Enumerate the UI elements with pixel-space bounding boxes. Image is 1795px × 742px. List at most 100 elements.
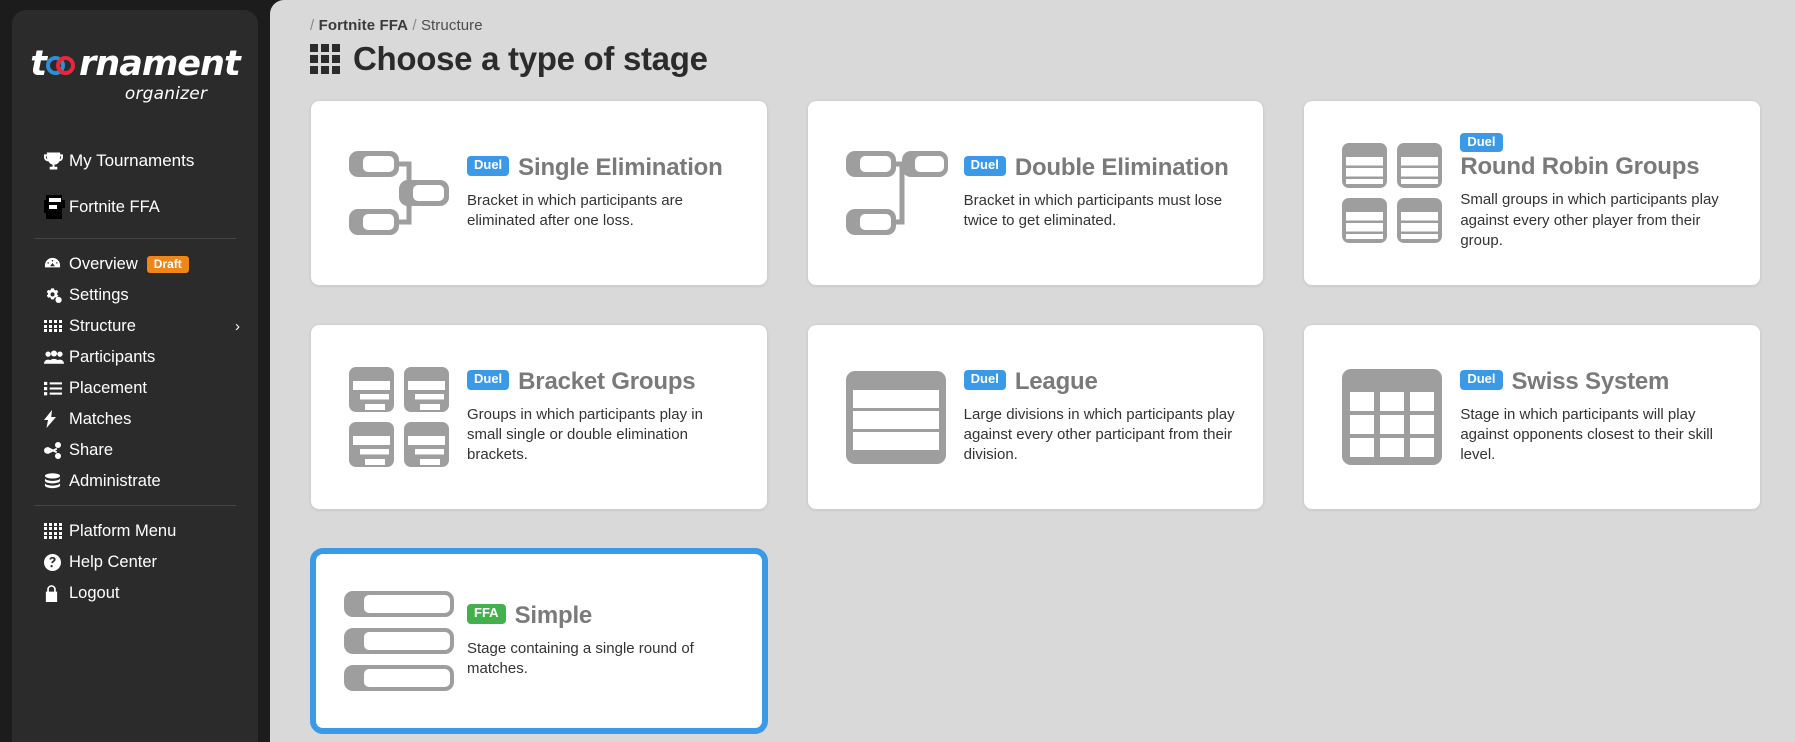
page-title-text: Choose a type of stage: [353, 40, 708, 77]
fortnite-logo-icon: [44, 195, 69, 220]
sidebar-divider-2: [34, 505, 236, 506]
breadcrumb-root: /: [310, 17, 315, 34]
sidebar-item-label: Fortnite FFA: [69, 197, 160, 216]
sidebar-item-label: Share: [69, 440, 114, 459]
stage-card-description: Small groups in which participants play …: [1460, 191, 1719, 249]
breadcrumb: / Fortnite FFA / Structure: [310, 17, 483, 34]
swiss-system-grid-icon: [1330, 369, 1454, 465]
stage-card-single-elimination[interactable]: Duel Single Elimination Bracket in which…: [310, 100, 768, 286]
logo-word-end: rnament: [79, 43, 241, 84]
sidebar-main-nav: Overview Draft Settings Structure › Part…: [12, 249, 258, 496]
stage-card-slot: Duel Bracket Groups Groups in which part…: [310, 324, 768, 510]
sidebar-item-overview[interactable]: Overview Draft: [12, 249, 258, 279]
sidebar-item-label: My Tournaments: [69, 151, 195, 170]
stage-card-description: Large divisions in which participants pl…: [963, 405, 1235, 464]
breadcrumb-item-structure[interactable]: Structure: [421, 17, 483, 34]
users-icon: [44, 349, 69, 365]
dashboard-icon: [44, 256, 69, 273]
stage-card-body: Duel Single Elimination Bracket in which…: [461, 153, 745, 231]
stage-card-title: Swiss System: [1511, 367, 1670, 395]
trophy-icon: [44, 152, 69, 170]
stage-card-slot: Duel Single Elimination Bracket in which…: [310, 100, 768, 286]
lock-icon: [44, 584, 69, 602]
logo-subtitle: organizer: [124, 83, 208, 104]
stage-card-description: Bracket in which participants must lose …: [963, 191, 1223, 229]
double-elimination-bracket-icon: [834, 148, 958, 238]
share-icon: [44, 441, 69, 459]
apps-grid-icon: [44, 522, 69, 540]
stage-card-bracket-groups[interactable]: Duel Bracket Groups Groups in which part…: [310, 324, 768, 510]
stage-card-title: Double Elimination: [1014, 153, 1229, 181]
sidebar-item-label: Help Center: [69, 552, 158, 571]
sidebar-item-settings[interactable]: Settings: [12, 280, 258, 310]
sidebar-item-label: Participants: [69, 347, 156, 366]
stage-card-title: Bracket Groups: [518, 367, 696, 395]
sidebar-item-label: Matches: [69, 409, 132, 428]
stage-card-description: Bracket in which participants are elimin…: [467, 191, 683, 229]
sidebar-item-logout[interactable]: Logout: [12, 578, 258, 608]
sidebar-item-fortnite-ffa[interactable]: Fortnite FFA: [12, 185, 258, 229]
sidebar-panel: t rnament organizer My Tournaments Fortn…: [12, 10, 258, 742]
sidebar-divider-1: [34, 238, 236, 239]
stage-card-slot: Duel Double Elimination Bracket in which…: [806, 100, 1265, 286]
sidebar-item-placement[interactable]: Placement: [12, 373, 258, 403]
bolt-icon: [44, 410, 69, 428]
brand-logo[interactable]: t rnament organizer: [12, 16, 258, 134]
sidebar-item-label: Overview: [69, 254, 138, 273]
stage-type-tag: Duel: [963, 156, 1006, 177]
sidebar-top-nav: My Tournaments Fortnite FFA: [12, 138, 258, 229]
simple-rows-icon: [337, 591, 461, 691]
chevron-right-icon: ›: [235, 317, 240, 335]
stage-type-tag: Duel: [1460, 132, 1503, 153]
stage-card-body: Duel Round Robin Groups Small groups in …: [1454, 132, 1738, 251]
stage-card-title: Single Elimination: [518, 153, 723, 181]
stage-card-simple[interactable]: FFA Simple Stage containing a single rou…: [310, 548, 768, 734]
sidebar-item-platform-menu[interactable]: Platform Menu: [12, 516, 258, 546]
gears-icon: [44, 287, 69, 304]
sidebar-item-share[interactable]: Share: [12, 435, 258, 465]
breadcrumb-item-tournament[interactable]: Fortnite FFA: [319, 17, 409, 34]
sidebar-item-administrate[interactable]: Administrate: [12, 466, 258, 496]
stage-card-double-elimination[interactable]: Duel Double Elimination Bracket in which…: [806, 100, 1265, 286]
stage-type-tag: Duel: [963, 370, 1006, 390]
stage-card-body: FFA Simple Stage containing a single rou…: [461, 601, 740, 679]
stage-card-slot: Duel Swiss System Stage in which partici…: [1303, 324, 1761, 510]
app-root: t rnament organizer My Tournaments Fortn…: [0, 0, 1795, 742]
sidebar-item-help-center[interactable]: Help Center: [12, 547, 258, 577]
stage-type-tag: Duel: [467, 370, 510, 390]
grid-icon: [44, 320, 69, 332]
logo-wordmark: t rnament: [30, 43, 241, 84]
stage-card-body: Duel Swiss System Stage in which partici…: [1454, 367, 1738, 466]
logo-word-start: t: [30, 43, 47, 84]
stage-type-tag: Duel: [467, 156, 510, 177]
stage-type-tag: FFA: [467, 604, 506, 625]
sidebar-item-label: Settings: [69, 285, 129, 304]
main-content: / Fortnite FFA / Structure Choose a type…: [270, 0, 1795, 742]
sidebar-item-structure[interactable]: Structure ›: [12, 311, 258, 341]
round-robin-groups-icon: [1330, 143, 1454, 243]
status-badge-draft: Draft: [146, 255, 189, 273]
page-title: Choose a type of stage: [310, 40, 1761, 78]
stage-card-slot: Duel Round Robin Groups Small groups in …: [1303, 100, 1761, 286]
stage-card-description: Groups in which participants play in sma…: [467, 405, 703, 464]
sidebar-item-my-tournaments[interactable]: My Tournaments: [12, 138, 258, 184]
stage-card-description: Stage containing a single round of match…: [467, 639, 694, 677]
stage-card-body: Duel Bracket Groups Groups in which part…: [461, 367, 745, 466]
stage-card-body: Duel League Large divisions in which par…: [958, 367, 1242, 466]
sidebar-item-label: Platform Menu: [69, 521, 177, 540]
logo-rings-icon: [46, 51, 79, 77]
stage-card-title: League: [1014, 367, 1098, 395]
stage-card-round-robin-groups[interactable]: Duel Round Robin Groups Small groups in …: [1303, 100, 1761, 286]
database-icon: [44, 472, 69, 490]
sidebar-bottom-nav: Platform Menu Help Center Logout: [12, 516, 258, 608]
stage-card-league[interactable]: Duel League Large divisions in which par…: [806, 324, 1265, 510]
sidebar-item-matches[interactable]: Matches: [12, 404, 258, 434]
sidebar-item-label: Structure: [69, 316, 136, 335]
sidebar-item-label: Placement: [69, 378, 147, 397]
stage-card-title: Simple: [514, 601, 593, 629]
stage-card-slot: Duel League Large divisions in which par…: [806, 324, 1265, 510]
league-table-icon: [834, 370, 958, 464]
stage-card-swiss-system[interactable]: Duel Swiss System Stage in which partici…: [1303, 324, 1761, 510]
sidebar: t rnament organizer My Tournaments Fortn…: [0, 0, 270, 742]
sidebar-item-participants[interactable]: Participants: [12, 342, 258, 372]
